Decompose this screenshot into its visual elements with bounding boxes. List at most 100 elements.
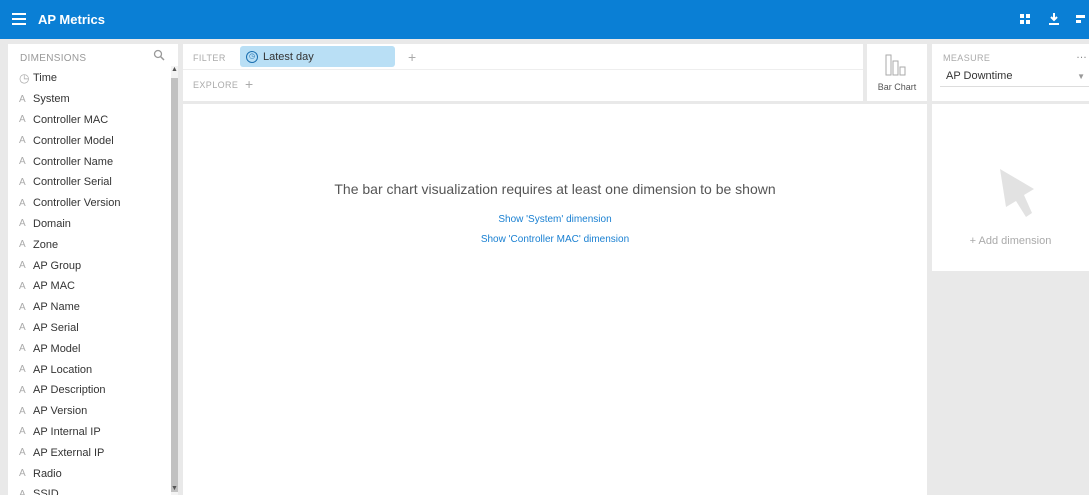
dimension-item[interactable]: A AP Serial — [8, 318, 166, 339]
scroll-down-icon[interactable]: ▼ — [171, 485, 178, 495]
dimension-label: AP Version — [33, 405, 88, 418]
string-icon: A — [19, 322, 26, 334]
dimension-item[interactable]: A Radio — [8, 463, 166, 484]
string-icon: A — [19, 468, 26, 480]
pin-icon — [982, 159, 1052, 229]
add-filter-button[interactable]: + — [408, 50, 416, 64]
string-icon: A — [19, 176, 26, 188]
string-icon: A — [19, 301, 26, 313]
empty-state-message: The bar chart visualization requires at … — [334, 181, 776, 197]
measure-select[interactable]: AP Downtime ▼ — [940, 66, 1089, 87]
string-icon: A — [19, 93, 26, 105]
dimension-item[interactable]: A AP Description — [8, 380, 166, 401]
dimension-label: Controller Name — [33, 155, 114, 168]
more-options-icon[interactable]: … — [1076, 49, 1087, 61]
measure-label: MEASURE — [943, 53, 991, 63]
dimensions-panel: DIMENSIONS ◷ Time A System A Controller MAC A C… — [8, 44, 178, 495]
string-icon: A — [19, 426, 26, 438]
add-dimension-button[interactable]: + Add dimension — [932, 235, 1089, 247]
scroll-up-icon[interactable]: ▲ — [171, 66, 178, 76]
dimension-item[interactable]: A Zone — [8, 234, 166, 255]
dimension-label: AP MAC — [33, 280, 75, 293]
top-bar: AP Metrics — [0, 0, 1089, 39]
filter-row: FILTER ◷ Latest day + — [183, 44, 863, 70]
chevron-down-icon: ▼ — [1077, 72, 1085, 81]
dimension-item[interactable]: A AP Group — [8, 255, 166, 276]
dimension-label: Controller Model — [33, 134, 114, 147]
top-toolbar — [1019, 12, 1089, 26]
dimension-item[interactable]: A AP Location — [8, 359, 166, 380]
dimension-item[interactable]: A AP Name — [8, 297, 166, 318]
dimension-label: Controller Serial — [33, 176, 112, 189]
string-icon: A — [19, 343, 26, 355]
dimension-label: Controller MAC — [33, 113, 109, 126]
string-icon: A — [19, 260, 26, 272]
scroll-thumb[interactable] — [171, 78, 178, 492]
search-icon[interactable] — [153, 49, 167, 63]
string-icon: A — [19, 218, 26, 230]
download-icon[interactable] — [1047, 12, 1061, 26]
string-icon: A — [19, 384, 26, 396]
dimension-item[interactable]: A Domain — [8, 214, 166, 235]
time-filter-pill[interactable]: ◷ Latest day — [240, 46, 395, 67]
string-icon: A — [19, 135, 26, 147]
bar-chart-icon — [884, 53, 908, 77]
dimension-label: AP Group — [33, 259, 82, 272]
measure-value: AP Downtime — [946, 70, 1013, 82]
visualization-label: Bar Chart — [877, 82, 917, 92]
dimension-item[interactable]: ◷ Time — [8, 68, 166, 89]
string-icon: A — [19, 405, 26, 417]
clock-icon: ◷ — [246, 50, 258, 63]
settings-icon[interactable] — [1075, 12, 1089, 26]
dimension-label: Radio — [33, 467, 62, 480]
dimension-item[interactable]: A Controller Version — [8, 193, 166, 214]
filter-explore-bar: FILTER ◷ Latest day + EXPLORE + — [183, 44, 863, 101]
dimension-label: AP Description — [33, 384, 106, 397]
pinboard-panel: + Add dimension — [932, 104, 1089, 271]
dimension-item[interactable]: A AP Version — [8, 401, 166, 422]
string-icon: A — [19, 114, 26, 126]
filter-label: FILTER — [193, 53, 226, 63]
string-icon: A — [19, 447, 26, 459]
explore-row: EXPLORE + — [183, 71, 863, 97]
explore-label: EXPLORE — [193, 80, 239, 90]
dimensions-header: DIMENSIONS — [20, 53, 87, 64]
grid-icon[interactable] — [1019, 12, 1033, 26]
dimension-item[interactable]: A AP Model — [8, 338, 166, 359]
dimension-label: Domain — [33, 217, 71, 230]
dimension-label: Zone — [33, 238, 59, 251]
show-system-link[interactable]: Show 'System' dimension — [183, 214, 927, 225]
dimension-item[interactable]: A AP Internal IP — [8, 422, 166, 443]
dimension-item[interactable]: A AP MAC — [8, 276, 166, 297]
dimension-label: AP Internal IP — [33, 425, 101, 438]
filter-pill-label: Latest day — [263, 50, 314, 63]
dimension-item[interactable]: A Controller MAC — [8, 110, 166, 131]
menu-icon[interactable] — [12, 13, 26, 25]
dimension-label: AP Location — [33, 363, 93, 376]
string-icon: A — [19, 239, 26, 251]
dimension-item[interactable]: A Controller Model — [8, 130, 166, 151]
string-icon: A — [19, 280, 26, 292]
dimension-label: AP Name — [33, 301, 80, 314]
dimensions-scrollbar[interactable]: ▲ ▼ — [171, 66, 178, 495]
dimension-item[interactable]: A Controller Name — [8, 151, 166, 172]
dimension-item[interactable]: A SSID — [8, 484, 166, 495]
dimension-label: AP External IP — [33, 446, 105, 459]
add-explore-button[interactable]: + — [245, 77, 253, 91]
dimension-label: Controller Version — [33, 197, 121, 210]
dimension-item[interactable]: A System — [8, 89, 166, 110]
dimension-item[interactable]: A AP External IP — [8, 442, 166, 463]
measure-panel: MEASURE … AP Downtime ▼ — [932, 44, 1089, 101]
clock-icon: ◷ — [19, 71, 30, 86]
dimension-label: Time — [33, 72, 58, 85]
show-controller-mac-link[interactable]: Show 'Controller MAC' dimension — [183, 234, 927, 245]
app-title: AP Metrics — [38, 12, 105, 27]
visualization-selector[interactable]: Bar Chart — [867, 44, 927, 101]
visualization-area: The bar chart visualization requires at … — [183, 104, 927, 495]
dimension-item[interactable]: A Controller Serial — [8, 172, 166, 193]
dimension-label: SSID — [33, 488, 59, 495]
string-icon: A — [19, 364, 26, 376]
string-icon: A — [19, 488, 26, 495]
string-icon: A — [19, 197, 26, 209]
string-icon: A — [19, 156, 26, 168]
